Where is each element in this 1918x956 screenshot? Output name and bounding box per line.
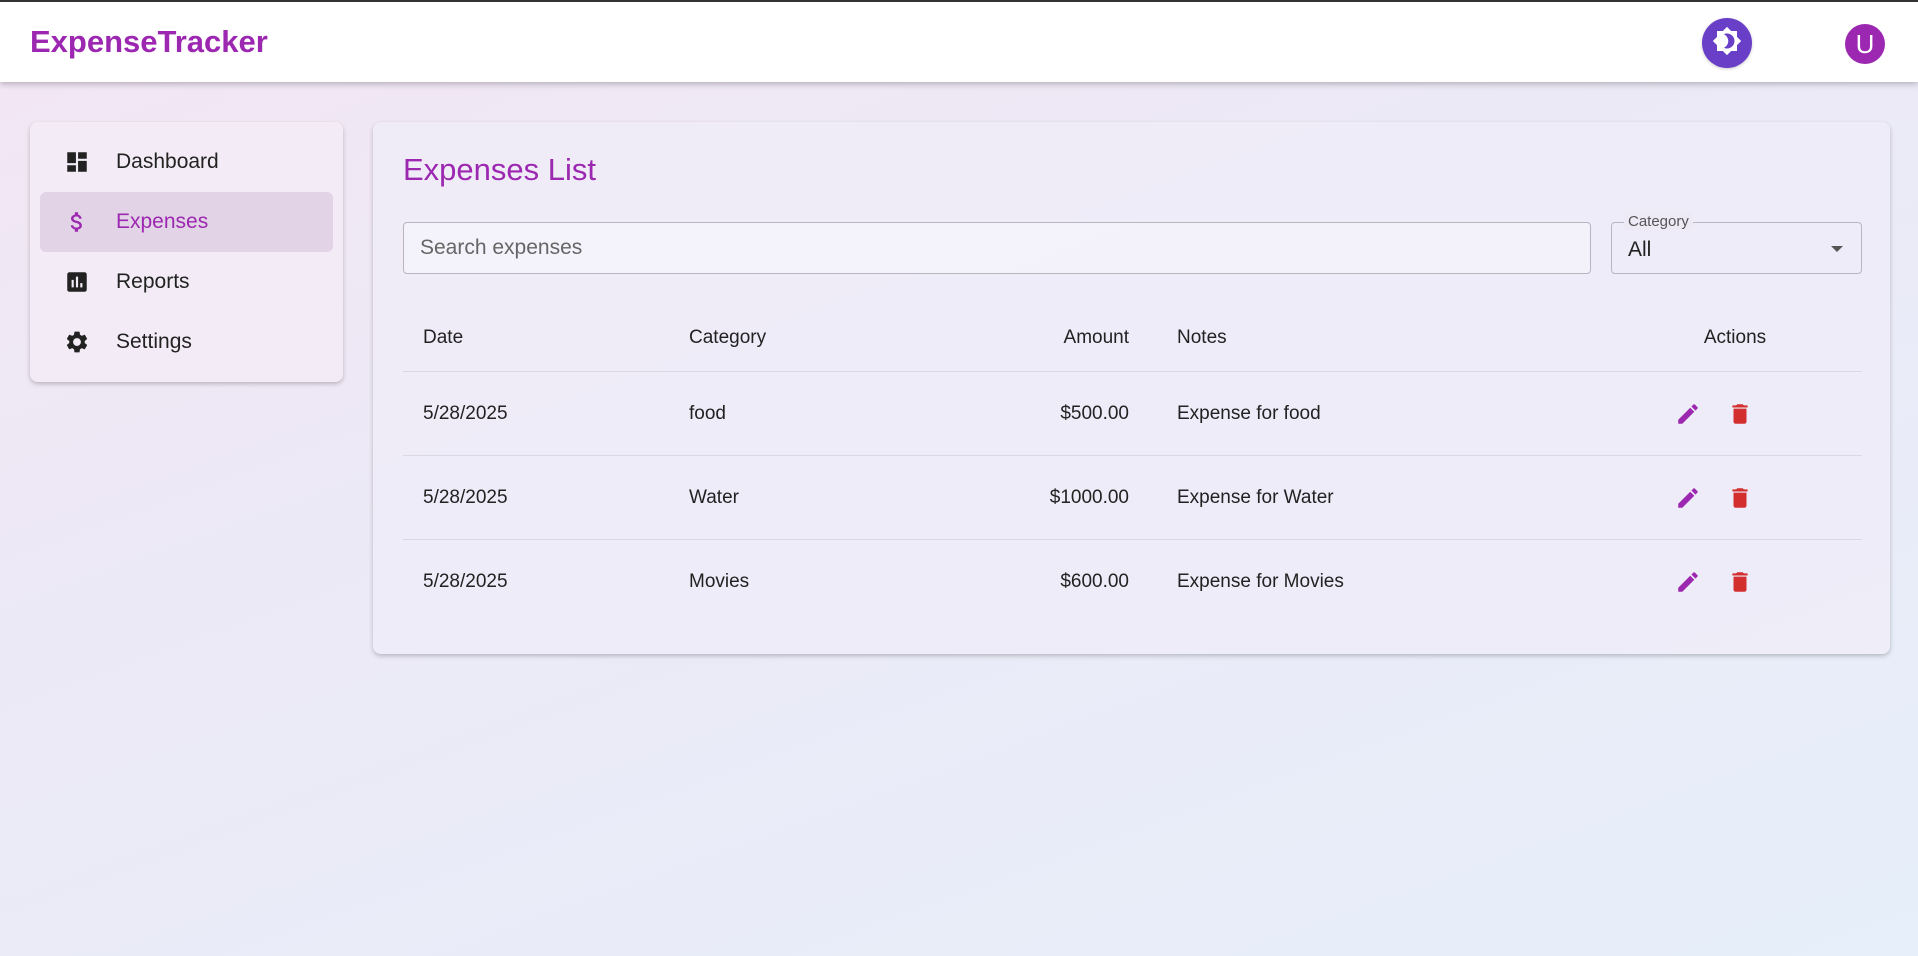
dropdown-arrow-icon xyxy=(1831,246,1843,252)
cell-notes: Expense for Movies xyxy=(1177,571,1344,592)
header-date: Date xyxy=(423,326,464,348)
sidebar-item-label: Settings xyxy=(116,330,192,353)
delete-icon[interactable] xyxy=(1727,569,1753,595)
top-app-bar: ExpenseTracker U xyxy=(0,0,1918,82)
cell-date: 5/28/2025 xyxy=(423,486,508,508)
dollar-icon xyxy=(64,209,90,235)
cell-amount: $500.00 xyxy=(1060,402,1129,424)
cell-date: 5/28/2025 xyxy=(423,571,508,592)
app-brand[interactable]: ExpenseTracker xyxy=(30,24,268,60)
header-category: Category xyxy=(689,326,767,348)
row-actions xyxy=(1675,456,1753,539)
category-select-label: Category xyxy=(1624,213,1693,230)
cell-amount: $600.00 xyxy=(1060,571,1129,592)
expenses-panel: Expenses List Category All Date Category… xyxy=(373,122,1890,654)
theme-toggle-button[interactable] xyxy=(1702,18,1752,68)
sidebar-item-expenses[interactable]: Expenses xyxy=(40,192,333,252)
cell-date: 5/28/2025 xyxy=(423,402,508,424)
brightness-icon xyxy=(1712,26,1742,61)
table-row: 5/28/2025 food $500.00 Expense for food xyxy=(403,372,1862,456)
table-row: 5/28/2025 Movies $600.00 Expense for Mov… xyxy=(403,540,1862,624)
table-row: 5/28/2025 Water $1000.00 Expense for Wat… xyxy=(403,456,1862,540)
search-input[interactable] xyxy=(403,222,1591,274)
cell-notes: Expense for food xyxy=(1177,402,1321,424)
header-actions: Actions xyxy=(1703,326,1767,348)
sidebar-item-label: Expenses xyxy=(116,210,209,233)
sidebar-item-dashboard[interactable]: Dashboard xyxy=(40,132,333,192)
sidebar-item-settings[interactable]: Settings xyxy=(40,312,333,372)
category-select[interactable]: Category All xyxy=(1611,213,1862,274)
page-title: Expenses List xyxy=(403,152,596,187)
sidebar-item-label: Dashboard xyxy=(116,150,219,173)
category-select-value: All xyxy=(1628,238,1652,261)
edit-icon[interactable] xyxy=(1675,401,1701,427)
edit-icon[interactable] xyxy=(1675,569,1701,595)
cell-amount: $1000.00 xyxy=(1049,486,1129,508)
table-header-row: Date Category Amount Notes Actions xyxy=(403,304,1862,372)
header-notes: Notes xyxy=(1177,326,1227,348)
delete-icon[interactable] xyxy=(1727,485,1753,511)
cell-category: food xyxy=(689,402,726,424)
delete-icon[interactable] xyxy=(1727,401,1753,427)
cell-notes: Expense for Water xyxy=(1177,486,1334,508)
sidebar: Dashboard Expenses Reports Settings xyxy=(30,122,343,382)
cell-category: Movies xyxy=(689,571,750,592)
bar-chart-icon xyxy=(64,269,90,295)
user-avatar[interactable]: U xyxy=(1845,24,1885,64)
sidebar-item-reports[interactable]: Reports xyxy=(40,252,333,312)
header-amount: Amount xyxy=(1063,326,1129,348)
cell-category: Water xyxy=(689,486,739,508)
expenses-table: Date Category Amount Notes Actions 5/28/… xyxy=(403,304,1862,624)
edit-icon[interactable] xyxy=(1675,485,1701,511)
gear-icon xyxy=(64,329,90,355)
row-actions xyxy=(1675,372,1753,455)
sidebar-item-label: Reports xyxy=(116,270,190,293)
dashboard-icon xyxy=(64,149,90,175)
row-actions xyxy=(1675,540,1753,624)
